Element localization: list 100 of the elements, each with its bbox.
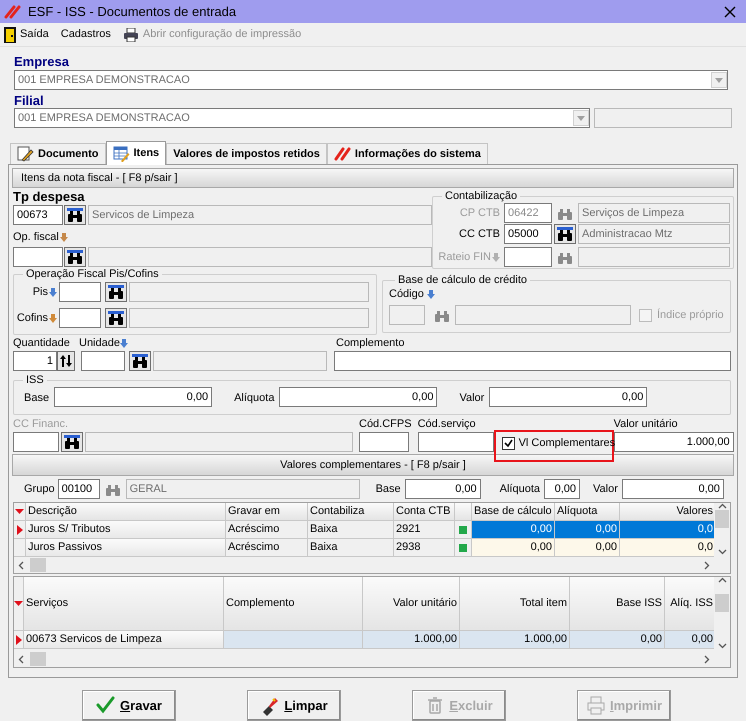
column-header[interactable]: Alíquota xyxy=(555,503,620,521)
input-field[interactable] xyxy=(129,308,369,328)
column-header[interactable]: Valor unitário xyxy=(363,577,460,631)
spin-button[interactable] xyxy=(57,351,75,371)
input-field[interactable]: 0,00 xyxy=(489,387,648,407)
input-field[interactable]: GERAL xyxy=(126,479,360,499)
vertical-scrollbar[interactable] xyxy=(714,503,730,555)
table-cell: Acréscimo xyxy=(226,539,308,557)
field-label: CC CTB xyxy=(459,226,500,242)
input-field[interactable] xyxy=(389,305,425,325)
tab[interactable]: Informações do sistema xyxy=(326,143,488,164)
binoculars-icon xyxy=(557,227,573,241)
field-label: Pis xyxy=(32,284,48,300)
group-title: Operação Fiscal Pis/Cofins xyxy=(25,267,160,281)
input-field[interactable]: 1 xyxy=(13,351,57,371)
tab[interactable]: Documento xyxy=(10,143,106,164)
field-label: CC Financ. xyxy=(13,417,70,432)
column-header[interactable]: Base de cálculo xyxy=(472,503,555,521)
menu-item[interactable]: Cadastros xyxy=(60,26,111,43)
lookup-button[interactable] xyxy=(105,282,127,302)
field-label: Base xyxy=(376,482,401,497)
lookup-button[interactable] xyxy=(105,308,127,328)
down-arrow-icon xyxy=(492,252,500,262)
field-label: Unidade xyxy=(79,336,120,352)
input-field[interactable] xyxy=(13,247,63,267)
field-label: Cofins xyxy=(16,310,48,326)
scrollbar-thumb[interactable] xyxy=(715,510,729,528)
field-label: Valor xyxy=(459,390,484,406)
input-field[interactable]: 0,00 xyxy=(279,387,438,407)
input-field[interactable] xyxy=(455,305,631,325)
input-field[interactable]: 00673 xyxy=(13,205,63,225)
input-field[interactable] xyxy=(334,351,731,371)
input-field[interactable] xyxy=(88,247,432,267)
input-field[interactable] xyxy=(153,351,327,371)
tab[interactable]: Itens xyxy=(106,141,166,165)
vertical-scrollbar[interactable] xyxy=(714,577,730,649)
lookup-button[interactable] xyxy=(61,432,83,452)
input-field[interactable]: 1.000,00 xyxy=(614,432,734,452)
dropdown-field[interactable]: 001 EMPRESA DEMONSTRACAO xyxy=(14,70,728,90)
row-pointer-icon xyxy=(16,524,22,534)
column-header[interactable]: Serviços xyxy=(24,577,224,631)
field-label: Tp despesa xyxy=(13,189,86,205)
input-field[interactable] xyxy=(359,432,409,452)
lookup-button[interactable] xyxy=(129,351,151,371)
field-label: Quantidade xyxy=(13,336,71,352)
printer-icon xyxy=(122,28,139,42)
input-field[interactable]: 00100 xyxy=(58,479,100,499)
up-down-arrows-icon xyxy=(60,354,72,368)
column-header[interactable]: Valores xyxy=(620,503,714,521)
column-header[interactable]: Complemento xyxy=(224,577,363,631)
input-field[interactable]: Servicos de Limpeza xyxy=(88,205,432,225)
field-label: Código xyxy=(389,286,424,302)
dropdown-field[interactable]: 001 EMPRESA DEMONSTRACAO xyxy=(14,108,590,128)
group-title: Contabilização xyxy=(444,189,518,203)
input-field[interactable]: 0,00 xyxy=(404,479,481,499)
scrollbar-thumb[interactable] xyxy=(30,652,46,666)
input-field[interactable] xyxy=(504,247,552,267)
column-header[interactable]: Descrição xyxy=(26,503,226,521)
chevron-right-icon xyxy=(704,654,710,664)
action-button[interactable]: Gravar xyxy=(82,690,176,721)
input-field[interactable]: 0,00 xyxy=(54,387,212,407)
lookup-button[interactable] xyxy=(64,247,86,267)
input-field[interactable] xyxy=(578,247,730,267)
table-cell: 1.000,00 xyxy=(460,631,570,649)
column-header[interactable]: Conta CTB xyxy=(394,503,455,521)
input-field[interactable]: Administracao Mtz xyxy=(578,224,730,244)
column-header[interactable]: Gravar em xyxy=(226,503,308,521)
action-button[interactable]: Limpar xyxy=(247,690,341,721)
field-label: Base xyxy=(24,390,50,406)
input-field[interactable] xyxy=(81,351,125,371)
chevron-up-icon xyxy=(718,503,726,509)
close-icon xyxy=(724,6,736,18)
scrollbar-thumb[interactable] xyxy=(715,594,729,612)
input-field[interactable] xyxy=(85,432,353,452)
checkbox[interactable] xyxy=(502,437,515,450)
input-field[interactable]: 0,00 xyxy=(622,479,724,499)
menu-item[interactable]: Saída xyxy=(4,26,49,43)
input-field[interactable]: 05000 xyxy=(504,224,552,244)
input-field[interactable] xyxy=(59,308,101,328)
column-header[interactable] xyxy=(455,503,472,521)
tab[interactable]: Valores de impostos retidos xyxy=(166,143,327,164)
input-field[interactable] xyxy=(59,282,101,302)
lookup-button[interactable] xyxy=(554,224,576,244)
column-header[interactable]: Alíq. ISS xyxy=(665,577,714,631)
table-cell: 0,00 xyxy=(665,631,714,649)
column-header[interactable]: Total item xyxy=(460,577,570,631)
column-header[interactable]: Base ISS xyxy=(570,577,665,631)
input-field[interactable] xyxy=(129,282,369,302)
input-field[interactable] xyxy=(13,432,59,452)
column-header[interactable]: Contabiliza xyxy=(308,503,394,521)
chevron-right-icon xyxy=(704,560,710,570)
check-icon xyxy=(96,696,116,716)
binoculars-icon xyxy=(557,206,573,220)
input-field[interactable]: 0,00 xyxy=(544,479,580,499)
scrollbar-thumb[interactable] xyxy=(30,558,46,572)
input-field[interactable] xyxy=(418,432,494,452)
input-field[interactable] xyxy=(594,108,732,128)
lookup-button[interactable] xyxy=(64,205,86,225)
table-cell: 2921 xyxy=(394,521,455,539)
sort-arrow-icon xyxy=(15,509,24,514)
